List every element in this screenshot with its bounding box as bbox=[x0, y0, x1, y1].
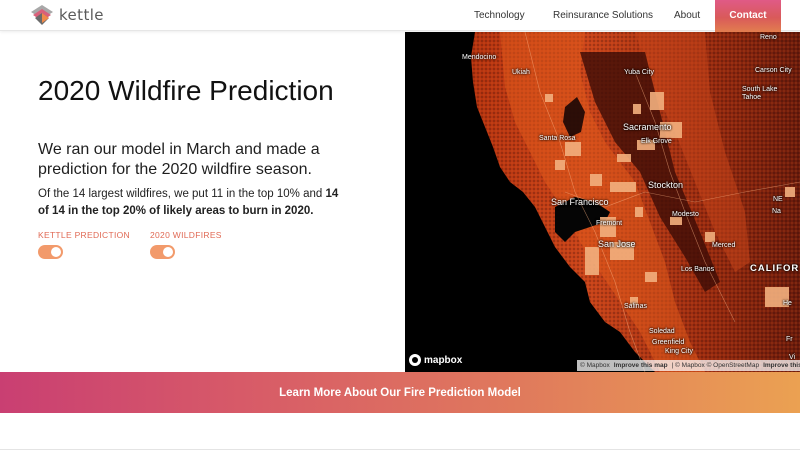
hero-panel: 2020 Wildfire Prediction We ran our mode… bbox=[0, 32, 405, 372]
wildfire-area bbox=[565, 142, 581, 156]
wildfire-area bbox=[585, 247, 599, 275]
wildfire-area bbox=[545, 94, 553, 102]
toggle-knob bbox=[51, 247, 61, 257]
wildfire-area bbox=[635, 207, 643, 217]
wildfire-area bbox=[555, 160, 565, 170]
nav-about[interactable]: About bbox=[674, 0, 700, 31]
map-label-elk-grove: Elk Grove bbox=[641, 138, 672, 145]
hero-body: Of the 14 largest wildfires, we put 11 i… bbox=[38, 186, 348, 220]
map-attribution: © Mapbox Improve this map | © Mapbox © O… bbox=[577, 360, 800, 371]
kettle-prediction-toggle-group: KETTLE PREDICTION bbox=[38, 230, 130, 259]
learn-more-banner[interactable]: Learn More About Our Fire Prediction Mod… bbox=[0, 372, 800, 413]
wildfire-area bbox=[645, 272, 657, 282]
map-label-santa-rosa: Santa Rosa bbox=[539, 135, 576, 142]
wildfires-label: 2020 WILDFIRES bbox=[150, 230, 222, 240]
kettle-prediction-toggle[interactable] bbox=[38, 245, 63, 259]
map-label-fremont: Fremont bbox=[596, 220, 623, 227]
map-label-stockton: Stockton bbox=[648, 180, 684, 190]
top-navbar: kettle Technology Reinsurance Solutions … bbox=[0, 0, 800, 32]
map-label-california: CALIFOR bbox=[750, 263, 800, 274]
kettle-prediction-label: KETTLE PREDICTION bbox=[38, 230, 131, 240]
nav-reinsurance-solutions[interactable]: Reinsurance Solutions bbox=[553, 0, 653, 31]
kettle-logo-icon bbox=[31, 5, 53, 25]
mapbox-attribution-link[interactable]: © Mapbox bbox=[580, 360, 610, 371]
map-label-greenfield: Greenfield bbox=[652, 339, 685, 346]
map-label-ukiah: Ukiah bbox=[512, 69, 530, 76]
map-label-fr: Fr bbox=[786, 336, 793, 343]
wildfire-map[interactable]: Reno Mendocino Ukiah Yuba City Carson Ci… bbox=[405, 32, 800, 372]
wildfire-area bbox=[705, 232, 715, 242]
osm-attribution-link[interactable]: | © Mapbox © OpenStreetMap bbox=[672, 360, 760, 371]
wildfire-area bbox=[633, 104, 641, 114]
brand-name: kettle bbox=[59, 6, 104, 24]
map-label-salinas: Salinas bbox=[624, 303, 647, 310]
wildfires-toggle-group: 2020 WILDFIRES bbox=[150, 230, 222, 259]
improve-map-link-2[interactable]: Improve this m bbox=[763, 360, 800, 371]
hero-subtitle: We ran our model in March and made a pre… bbox=[38, 141, 320, 178]
wildfire-area bbox=[590, 174, 602, 186]
wildfire-area bbox=[610, 182, 636, 192]
wildfire-area bbox=[670, 217, 682, 225]
map-label-mendocino: Mendocino bbox=[462, 54, 497, 61]
map-label-san-jose: San Jose bbox=[598, 239, 636, 249]
improve-map-link[interactable]: Improve this map bbox=[614, 360, 668, 371]
map-label-modesto: Modesto bbox=[672, 211, 699, 218]
wildfire-area bbox=[785, 187, 795, 197]
wildfire-area bbox=[617, 154, 631, 162]
toggle-knob bbox=[163, 247, 173, 257]
map-label-he: He bbox=[783, 300, 792, 307]
contact-button[interactable]: Contact bbox=[715, 0, 781, 32]
map-label-south-lake-tahoe: South Lake Tahoe bbox=[742, 86, 778, 101]
map-label-reno: Reno bbox=[760, 34, 777, 41]
nav-technology[interactable]: Technology bbox=[474, 0, 525, 31]
map-label-king-city: King City bbox=[665, 348, 694, 355]
mapbox-logo-text: mapbox bbox=[424, 354, 463, 366]
map-label-sacramento: Sacramento bbox=[623, 122, 672, 132]
wildfires-toggle[interactable] bbox=[150, 245, 175, 259]
map-label-san-francisco: San Francisco bbox=[551, 197, 609, 207]
wildfire-area bbox=[650, 92, 664, 110]
map-label-na: Na bbox=[772, 208, 781, 215]
map-label-ne: NE bbox=[773, 196, 783, 203]
mapbox-icon bbox=[409, 354, 421, 366]
map-label-carson-city: Carson City bbox=[755, 67, 792, 74]
hero-body-text: Of the 14 largest wildfires, we put 11 i… bbox=[38, 188, 326, 200]
page-title: 2020 Wildfire Prediction bbox=[38, 75, 334, 106]
mapbox-logo[interactable]: mapbox bbox=[409, 354, 462, 366]
map-label-yuba-city: Yuba City bbox=[624, 69, 654, 76]
map-label-soledad: Soledad bbox=[649, 328, 675, 335]
map-label-los-banos: Los Banos bbox=[681, 266, 715, 273]
learn-more-link[interactable]: Learn More About Our Fire Prediction Mod… bbox=[279, 387, 521, 399]
brand-logo[interactable]: kettle bbox=[30, 4, 104, 26]
map-label-merced: Merced bbox=[712, 242, 736, 249]
